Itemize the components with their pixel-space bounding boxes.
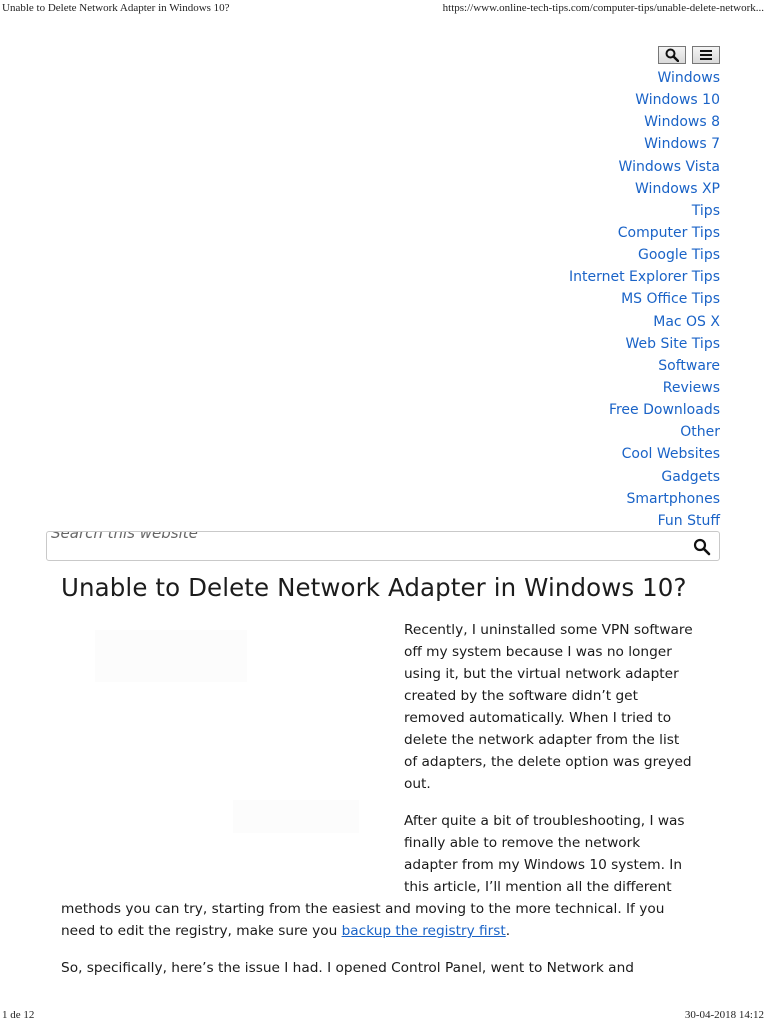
- print-header: Unable to Delete Network Adapter in Wind…: [0, 2, 768, 16]
- nav-item-smartphones[interactable]: Smartphones: [569, 488, 720, 510]
- article-title: Unable to Delete Network Adapter in Wind…: [61, 573, 687, 602]
- nav-item-windows-10[interactable]: Windows 10: [569, 89, 720, 111]
- search-button[interactable]: [658, 46, 686, 64]
- nav-menu: Windows Windows 10 Windows 8 Windows 7 W…: [569, 67, 720, 532]
- nav-item-fun-stuff[interactable]: Fun Stuff: [569, 510, 720, 532]
- nav-item-mac-os-x[interactable]: Mac OS X: [569, 311, 720, 333]
- nav-item-other[interactable]: Other: [569, 421, 720, 443]
- search-submit-icon[interactable]: [693, 538, 711, 556]
- paragraph-2-period: .: [505, 923, 511, 939]
- article-image-secondary: [233, 800, 359, 833]
- nav-item-windows-xp[interactable]: Windows XP: [569, 178, 720, 200]
- nav-item-windows-7[interactable]: Windows 7: [569, 133, 720, 155]
- nav-item-gadgets[interactable]: Gadgets: [569, 466, 720, 488]
- paragraph-2-line: After quite a bit of troubleshooting, I …: [404, 813, 685, 829]
- nav-item-windows-vista[interactable]: Windows Vista: [569, 156, 720, 178]
- nav-item-tips[interactable]: Tips: [569, 200, 720, 222]
- paragraph-1-line: off my system because I was no longer: [404, 644, 672, 660]
- menu-button[interactable]: [692, 46, 720, 64]
- paragraph-1-line: out.: [404, 776, 431, 792]
- backup-registry-link[interactable]: backup the registry first: [342, 923, 506, 939]
- print-header-title: Unable to Delete Network Adapter in Wind…: [2, 2, 230, 14]
- paragraph-2-line: adapter from my Windows 10 system. In: [404, 857, 683, 873]
- page-number: 1 de 12: [2, 1009, 35, 1021]
- nav-item-free-downloads[interactable]: Free Downloads: [569, 399, 720, 421]
- paragraph-2-line: methods you can try, starting from the e…: [61, 901, 665, 917]
- print-header-url: https://www.online-tech-tips.com/compute…: [442, 2, 764, 14]
- paragraph-2-line: this article, I’ll mention all the diffe…: [404, 879, 672, 895]
- search-input[interactable]: Search this website: [46, 531, 720, 561]
- menu-icon: [700, 50, 712, 60]
- paragraph-3-line: So, specifically, here’s the issue I had…: [61, 960, 634, 976]
- paragraph-2-line: finally able to remove the network: [404, 835, 641, 851]
- nav-item-internet-explorer-tips[interactable]: Internet Explorer Tips: [569, 266, 720, 288]
- nav-item-software[interactable]: Software: [569, 355, 720, 377]
- paragraph-1-line: removed automatically. When I tried to: [404, 710, 672, 726]
- nav-item-cool-websites[interactable]: Cool Websites: [569, 443, 720, 465]
- article-image: [95, 630, 247, 682]
- paragraph-1-line: of adapters, the delete option was greye…: [404, 754, 692, 770]
- search-icon: [665, 48, 679, 62]
- nav-item-windows-8[interactable]: Windows 8: [569, 111, 720, 133]
- nav-item-reviews[interactable]: Reviews: [569, 377, 720, 399]
- nav-item-google-tips[interactable]: Google Tips: [569, 244, 720, 266]
- print-footer: 1 de 12 30-04-2018 14:12: [0, 1009, 768, 1023]
- nav-item-web-site-tips[interactable]: Web Site Tips: [569, 333, 721, 355]
- paragraph-1-line: Recently, I uninstalled some VPN softwar…: [404, 622, 693, 638]
- paragraph-1-line: delete the network adapter from the list: [404, 732, 680, 748]
- paragraph-1-line: created by the software didn’t get: [404, 688, 638, 704]
- nav-item-ms-office-tips[interactable]: MS Office Tips: [569, 288, 720, 310]
- nav-item-windows[interactable]: Windows: [569, 67, 721, 89]
- paragraph-1-line: using it, but the virtual network adapte…: [404, 666, 679, 682]
- paragraph-2-last-line: need to edit the registry, make sure you…: [61, 920, 510, 942]
- paragraph-2-text: need to edit the registry, make sure you: [61, 923, 342, 939]
- search-placeholder: Search this website: [51, 531, 198, 542]
- print-timestamp: 30-04-2018 14:12: [684, 1009, 764, 1021]
- nav-item-computer-tips[interactable]: Computer Tips: [569, 222, 720, 244]
